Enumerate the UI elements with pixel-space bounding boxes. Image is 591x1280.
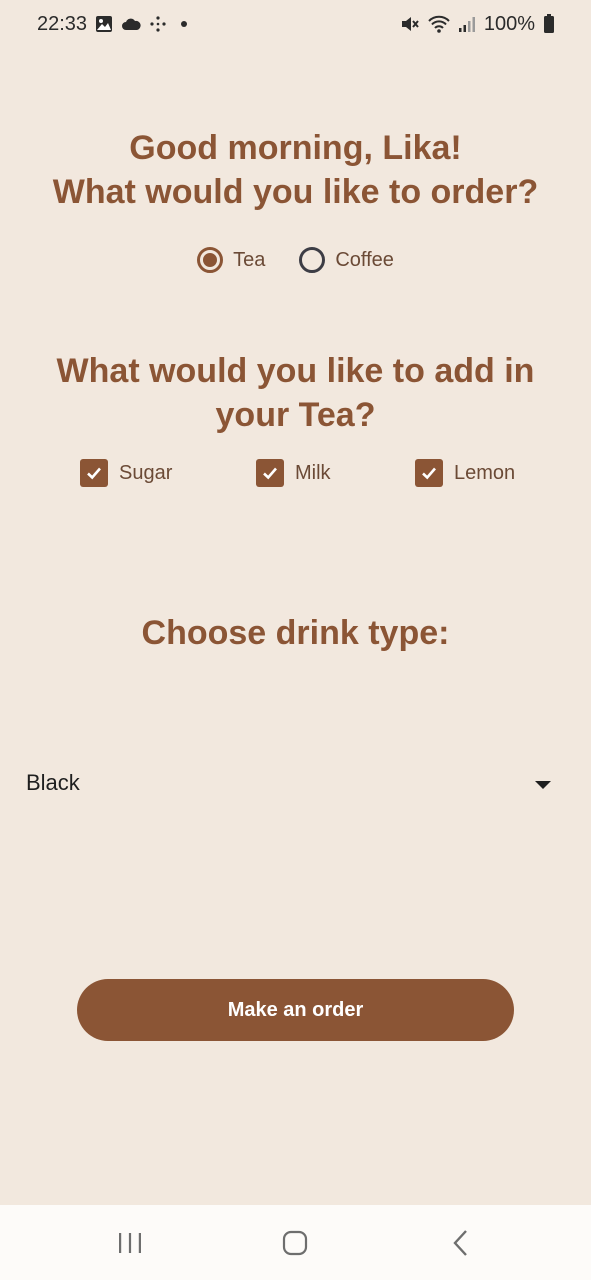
drink-type-selected-value: Black — [26, 770, 80, 795]
additions-heading-line-2: your Tea? — [215, 396, 376, 434]
radio-unselected-icon[interactable] — [299, 247, 326, 273]
status-time: 22:33 — [37, 12, 88, 35]
sparkle-icon — [149, 15, 167, 33]
radio-label-tea: Tea — [233, 248, 266, 271]
checkbox-checked-icon[interactable] — [80, 459, 108, 487]
image-icon — [95, 15, 113, 33]
checkbox-label-lemon: Lemon — [454, 461, 516, 484]
radio-option-coffee[interactable]: Coffee — [299, 247, 394, 273]
signal-icon — [458, 15, 476, 33]
drink-choice-radio-group: Tea Coffee — [0, 247, 591, 273]
back-icon[interactable] — [443, 1225, 479, 1261]
status-bar: 22:33 100% — [0, 0, 591, 48]
make-order-button[interactable]: Make an order — [77, 979, 514, 1041]
cloud-icon — [121, 17, 141, 31]
battery-percent: 100% — [483, 12, 535, 35]
checkbox-option-milk[interactable]: Milk — [256, 459, 331, 487]
checkbox-checked-icon[interactable] — [415, 459, 443, 487]
checkbox-checked-icon[interactable] — [256, 459, 284, 487]
drink-type-dropdown[interactable]: Black — [26, 760, 552, 806]
checkbox-label-sugar: Sugar — [119, 461, 173, 484]
additions-checkbox-row: Sugar Milk Lemon — [0, 459, 591, 493]
home-icon[interactable] — [277, 1225, 313, 1261]
additions-heading: What would you like to add in your Tea? — [0, 349, 591, 437]
checkbox-option-sugar[interactable]: Sugar — [80, 459, 172, 487]
battery-icon — [543, 14, 555, 34]
drink-type-heading: Choose drink type: — [141, 614, 450, 652]
status-right: 100% — [400, 13, 555, 36]
greeting-line-1: Good morning, Lika! — [129, 129, 462, 167]
wifi-icon — [428, 15, 450, 33]
greeting-line-2: What would you like to order? — [52, 173, 539, 211]
system-nav-bar — [0, 1205, 591, 1280]
status-left: 22:33 — [37, 12, 188, 36]
checkbox-option-lemon[interactable]: Lemon — [415, 459, 515, 487]
recent-apps-icon[interactable] — [112, 1225, 148, 1261]
dot-icon — [181, 21, 188, 27]
radio-label-coffee: Coffee — [335, 248, 394, 271]
additions-heading-line-1: What would you like to add in — [56, 352, 535, 390]
mute-icon — [400, 15, 420, 33]
radio-selected-icon[interactable] — [197, 247, 224, 273]
checkbox-label-milk: Milk — [295, 461, 331, 484]
greeting-heading: Good morning, Lika! What would you like … — [0, 126, 591, 214]
radio-option-tea[interactable]: Tea — [197, 247, 265, 273]
dropdown-arrow-icon[interactable] — [534, 770, 552, 796]
